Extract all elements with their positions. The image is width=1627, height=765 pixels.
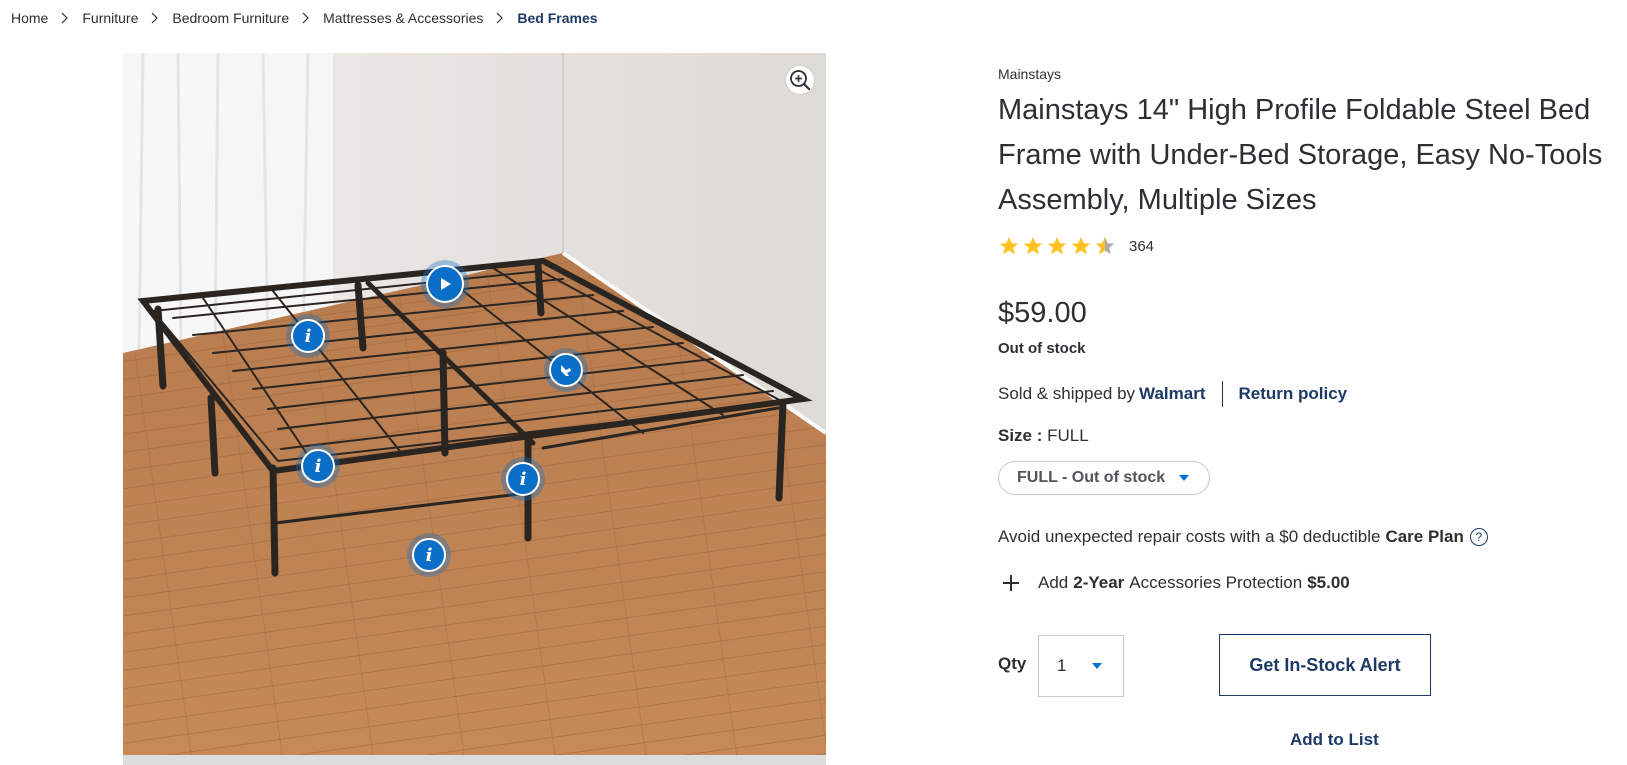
price: $59.00 — [998, 297, 1087, 329]
return-policy-link[interactable]: Return policy — [1239, 384, 1348, 404]
breadcrumb-mattresses[interactable]: Mattresses & Accessories — [323, 10, 483, 26]
care-plan-text: Avoid unexpected repair costs with a $0 … — [998, 527, 1381, 546]
care-plan-name: Care Plan — [1385, 527, 1464, 546]
stock-status: Out of stock — [998, 340, 1086, 357]
product-title: Mainstays 14" High Profile Foldable Stee… — [998, 94, 1603, 216]
plus-icon[interactable] — [998, 570, 1024, 596]
info-icon: i — [519, 468, 527, 490]
info-hotspot[interactable]: i — [506, 462, 540, 496]
protection-price: $5.00 — [1307, 573, 1350, 592]
chevron-right-icon — [138, 12, 172, 24]
caret-down-icon — [1179, 475, 1190, 481]
get-in-stock-alert-button[interactable]: Get In-Stock Alert — [1219, 634, 1431, 696]
star-rating — [998, 235, 1118, 257]
breadcrumb-furniture[interactable]: Furniture — [82, 10, 138, 26]
info-hotspot[interactable]: i — [301, 449, 335, 483]
thumbnail-strip[interactable] — [123, 755, 826, 765]
star-full-icon — [1047, 236, 1067, 255]
star-full-icon — [1023, 236, 1043, 255]
seller-info: Sold & shipped by Walmart Return policy — [998, 381, 1347, 407]
seller-name[interactable]: Walmart — [1139, 384, 1205, 404]
review-count[interactable]: 364 — [1129, 238, 1154, 255]
video-hotspot[interactable] — [426, 265, 464, 303]
divider — [1221, 381, 1223, 407]
size-value: FULL — [1047, 426, 1089, 445]
play-icon — [441, 278, 451, 290]
info-icon: i — [425, 544, 433, 566]
breadcrumb: Home Furniture Bedroom Furniture Mattres… — [11, 8, 598, 28]
qty-value: 1 — [1057, 656, 1067, 675]
protection-name: Accessories Protection — [1129, 573, 1303, 592]
info-hotspot[interactable]: i — [291, 319, 325, 353]
seller-prefix: Sold & shipped by — [998, 384, 1136, 403]
size-label: Size : — [998, 426, 1043, 445]
caret-down-icon — [1092, 663, 1103, 669]
rating[interactable]: 364 — [998, 235, 1154, 257]
protection-term: 2-Year — [1073, 573, 1125, 592]
info-icon: i — [304, 325, 312, 347]
bed-frame-image — [123, 53, 826, 755]
zoom-in-icon — [790, 70, 811, 91]
star-half-icon — [1095, 236, 1115, 255]
protection-plan-row[interactable]: Add 2-Year Accessories Protection $5.00 — [998, 570, 1355, 596]
chevron-right-icon — [483, 12, 517, 24]
wrench-icon — [561, 365, 571, 376]
star-full-icon — [999, 236, 1019, 255]
protection-prefix: Add — [1038, 573, 1069, 592]
star-full-icon — [1071, 236, 1091, 255]
size-selected-option: FULL - Out of stock — [1017, 469, 1166, 486]
info-icon: i — [314, 455, 322, 477]
info-hotspot[interactable]: i — [412, 538, 446, 572]
help-icon[interactable]: ? — [1469, 528, 1488, 546]
chevron-right-icon — [289, 12, 323, 24]
care-plan-row: Avoid unexpected repair costs with a $0 … — [998, 527, 1488, 547]
breadcrumb-bedroom-furniture[interactable]: Bedroom Furniture — [172, 10, 289, 26]
tool-free-hotspot[interactable] — [549, 353, 583, 387]
qty-label: Qty — [998, 654, 1027, 673]
brand-link[interactable]: Mainstays — [998, 66, 1061, 82]
breadcrumb-bed-frames[interactable]: Bed Frames — [517, 10, 597, 26]
size-label-row: Size : FULL — [998, 426, 1089, 446]
breadcrumb-home[interactable]: Home — [11, 10, 48, 26]
qty-dropdown[interactable]: 1 — [1038, 635, 1124, 697]
chevron-right-icon — [48, 12, 82, 24]
add-to-list-link[interactable]: Add to List — [1290, 730, 1379, 750]
product-image[interactable]: i i i i — [123, 53, 826, 755]
size-dropdown[interactable]: FULL - Out of stock — [998, 461, 1210, 495]
zoom-button[interactable] — [786, 66, 814, 94]
